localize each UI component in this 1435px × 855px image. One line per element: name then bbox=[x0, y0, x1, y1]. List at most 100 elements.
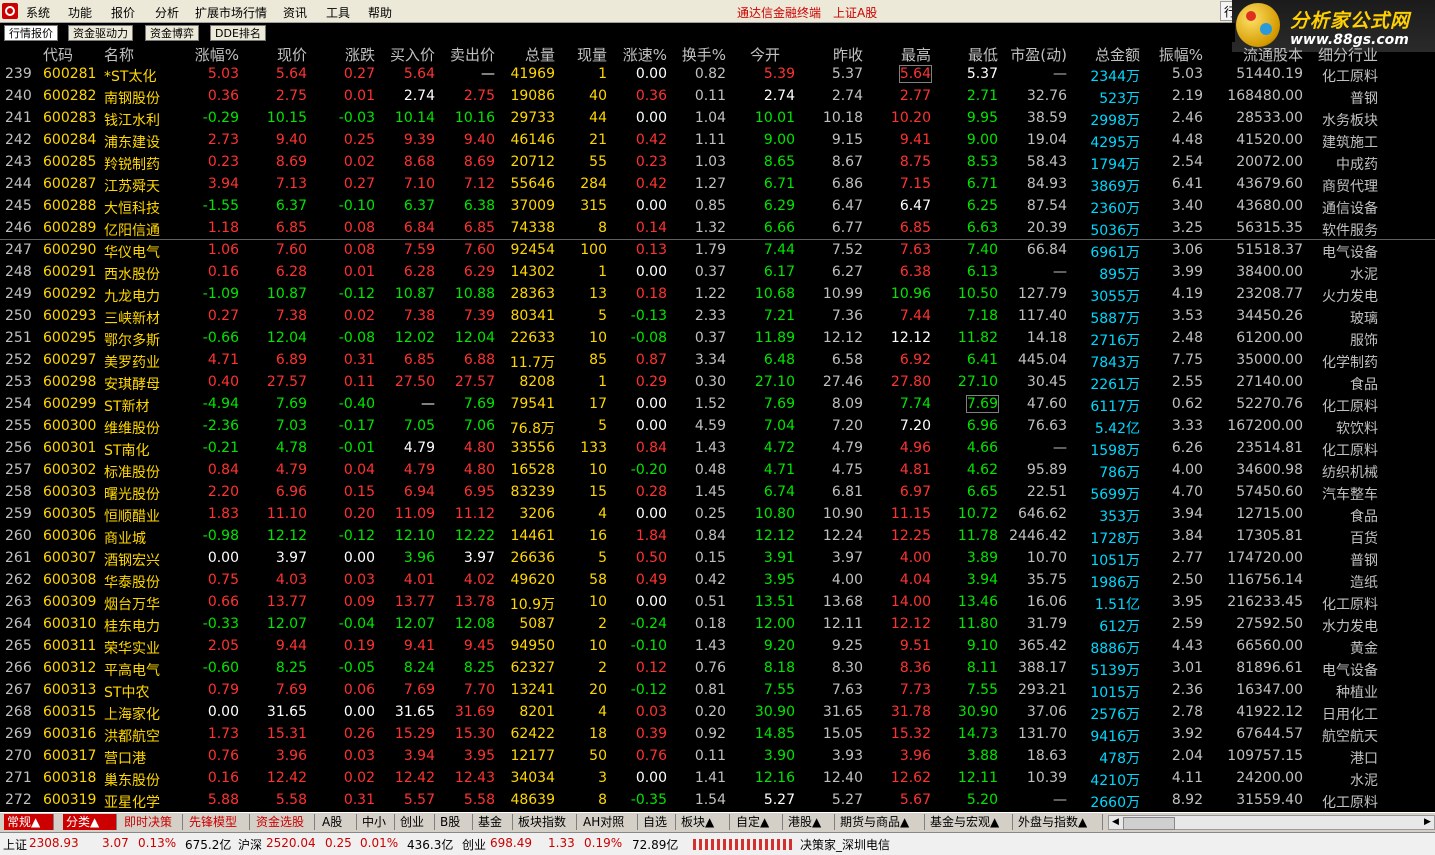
table-row[interactable]: 249 600292 九龙电力 -1.09 10.87 -0.12 10.87 10.88 28… bbox=[0, 284, 1435, 306]
stock-name[interactable]: 华仪电气 bbox=[104, 242, 160, 262]
menu-help[interactable]: 帮助 bbox=[368, 4, 392, 21]
table-row[interactable]: 258 600303 曙光股份 2.20 6.96 0.15 6.94 6.95 83239 15… bbox=[0, 482, 1435, 504]
btab-sector[interactable]: 板块▲ bbox=[678, 814, 730, 830]
menu-system[interactable]: 系统 bbox=[26, 4, 50, 21]
table-row[interactable]: 272 600319 亚星化学 5.88 5.58 0.31 5.57 5.58 48639 8 -… bbox=[0, 790, 1435, 812]
stock-name[interactable]: 安琪酵母 bbox=[104, 374, 160, 394]
stock-name[interactable]: 美罗药业 bbox=[104, 352, 160, 372]
stock-name[interactable]: ST新材 bbox=[104, 396, 149, 416]
tab-fund-game[interactable]: 资金博弈 bbox=[145, 25, 199, 41]
pe-header[interactable]: 市盈(动) bbox=[1010, 44, 1067, 65]
speed-header[interactable]: 涨速% bbox=[623, 44, 667, 65]
float-shares-header[interactable]: 流通股本 bbox=[1243, 44, 1303, 65]
stock-name[interactable]: 营口港 bbox=[104, 748, 146, 768]
price-header[interactable]: 现价 bbox=[277, 44, 307, 65]
menu-quote[interactable]: 报价 bbox=[111, 4, 135, 21]
table-row[interactable]: 254 600299 ST新材 -4.94 7.69 -0.40 — 7.69 79541 17 0… bbox=[0, 394, 1435, 416]
prev-close-header[interactable]: 昨收 bbox=[833, 44, 863, 65]
table-row[interactable]: 263 600309 烟台万华 0.66 13.77 0.09 13.77 13.78 10.9… bbox=[0, 592, 1435, 614]
stock-name[interactable]: 亚星化学 bbox=[104, 792, 160, 812]
high-header[interactable]: 最高 bbox=[901, 44, 931, 65]
stock-name[interactable]: 钱江水利 bbox=[104, 110, 160, 130]
btab-normal[interactable]: 常规▲ bbox=[4, 814, 54, 830]
stock-name[interactable]: 江苏舜天 bbox=[104, 176, 160, 196]
stock-name[interactable]: 恒顺醋业 bbox=[104, 506, 160, 526]
table-row[interactable]: 253 600298 安琪酵母 0.40 27.57 0.11 27.50 27.57 8208… bbox=[0, 372, 1435, 394]
amplitude-header[interactable]: 振幅% bbox=[1159, 44, 1203, 65]
name-header[interactable]: 名称 bbox=[104, 44, 134, 65]
table-row[interactable]: 242 600284 浦东建设 2.73 9.40 0.25 9.39 9.40 46146 21… bbox=[0, 130, 1435, 152]
stock-name[interactable]: 南钢股份 bbox=[104, 88, 160, 108]
stock-name[interactable]: 平高电气 bbox=[104, 660, 160, 680]
stock-name[interactable]: 华泰股份 bbox=[104, 572, 160, 592]
table-row[interactable]: 248 600291 西水股份 0.16 6.28 0.01 6.28 6.29 14302 1 0… bbox=[0, 262, 1435, 284]
scroll-thumb[interactable] bbox=[1123, 817, 1175, 830]
stock-name[interactable]: 荣华实业 bbox=[104, 638, 160, 658]
table-row[interactable]: 270 600317 营口港 0.76 3.96 0.03 3.94 3.95 12177 50 0… bbox=[0, 746, 1435, 768]
stock-name[interactable]: 鄂尔多斯 bbox=[104, 330, 160, 350]
stock-name[interactable]: 三峡新材 bbox=[104, 308, 160, 328]
table-row[interactable]: 271 600318 巢东股份 0.16 12.42 0.02 12.42 12.43 3403… bbox=[0, 768, 1435, 790]
stock-name[interactable]: 浦东建设 bbox=[104, 132, 160, 152]
table-row[interactable]: 241 600283 钱江水利 -0.29 10.15 -0.03 10.14 10.16 29… bbox=[0, 108, 1435, 130]
stock-name[interactable]: 桂东电力 bbox=[104, 616, 160, 636]
btab-sme[interactable]: 中小 bbox=[359, 814, 395, 830]
btab-sector-index[interactable]: 板块指数 bbox=[515, 814, 577, 830]
table-row[interactable]: 252 600297 美罗药业 4.71 6.89 0.31 6.85 6.88 11.7万 85… bbox=[0, 350, 1435, 372]
table-row[interactable]: 264 600310 桂东电力 -0.33 12.07 -0.04 12.07 12.08 50… bbox=[0, 614, 1435, 636]
stock-name[interactable]: *ST太化 bbox=[104, 66, 156, 86]
menu-analysis[interactable]: 分析 bbox=[155, 4, 179, 21]
menu-tools[interactable]: 工具 bbox=[326, 4, 350, 21]
tab-quote[interactable]: 行情报价 bbox=[4, 25, 58, 41]
btab-ah-compare[interactable]: AH对照 bbox=[580, 814, 638, 830]
menu-function[interactable]: 功能 bbox=[68, 4, 92, 21]
code-header[interactable]: 代码 bbox=[43, 44, 73, 65]
server-name[interactable]: 决策家_深圳电信 bbox=[800, 836, 890, 853]
tab-fund-drive[interactable]: 资金驱动力 bbox=[68, 25, 133, 41]
stock-name[interactable]: 烟台万华 bbox=[104, 594, 160, 614]
turnover-header[interactable]: 换手% bbox=[682, 44, 726, 65]
stock-name[interactable]: 曙光股份 bbox=[104, 484, 160, 504]
btab-custom[interactable]: 自定▲ bbox=[733, 814, 783, 830]
menu-extended-market[interactable]: 扩展市场行情 bbox=[195, 4, 267, 21]
stock-name[interactable]: 维维股份 bbox=[104, 418, 160, 438]
table-row[interactable]: 255 600300 维维股份 -2.36 7.03 -0.17 7.05 7.06 76.8万… bbox=[0, 416, 1435, 438]
table-row[interactable]: 262 600308 华泰股份 0.75 4.03 0.03 4.01 4.02 49620 58… bbox=[0, 570, 1435, 592]
table-row[interactable]: 240 600282 南钢股份 0.36 2.75 0.01 2.74 2.75 19086 40… bbox=[0, 86, 1435, 108]
btab-fund[interactable]: 基金 bbox=[475, 814, 513, 830]
table-row[interactable]: 256 600301 ST南化 -0.21 4.78 -0.01 4.79 4.80 33556… bbox=[0, 438, 1435, 460]
stock-name[interactable]: ST中农 bbox=[104, 682, 149, 702]
stock-name[interactable]: 商业城 bbox=[104, 528, 146, 548]
stock-name[interactable]: ST南化 bbox=[104, 440, 149, 460]
tab-dde-rank[interactable]: DDE排名 bbox=[210, 25, 266, 41]
amount-header[interactable]: 总金额 bbox=[1095, 44, 1140, 65]
table-row[interactable]: 267 600313 ST中农 0.79 7.69 0.06 7.69 7.70 13241 20… bbox=[0, 680, 1435, 702]
scroll-left-icon[interactable]: ◀ bbox=[1109, 816, 1122, 829]
low-header[interactable]: 最低 bbox=[968, 44, 998, 65]
stock-name[interactable]: 大恒科技 bbox=[104, 198, 160, 218]
stock-name[interactable]: 巢东股份 bbox=[104, 770, 160, 790]
table-row[interactable]: 251 600295 鄂尔多斯 -0.66 12.04 -0.08 12.02 12.04 22… bbox=[0, 328, 1435, 350]
table-row[interactable]: 245 600288 大恒科技 -1.55 6.37 -0.10 6.37 6.38 37009… bbox=[0, 196, 1435, 218]
pct-header[interactable]: 涨幅% bbox=[195, 44, 239, 65]
btab-fund-select[interactable]: 资金选股 bbox=[253, 814, 315, 830]
bid-header[interactable]: 买入价 bbox=[390, 44, 435, 65]
btab-fund-macro[interactable]: 基金与宏观▲ bbox=[927, 814, 1013, 830]
stock-name[interactable]: 洪都航空 bbox=[104, 726, 160, 746]
stock-name[interactable]: 西水股份 bbox=[104, 264, 160, 284]
table-row[interactable]: 244 600287 江苏舜天 3.94 7.13 0.27 7.10 7.12 55646 28… bbox=[0, 174, 1435, 196]
table-row[interactable]: 243 600285 羚锐制药 0.23 8.69 0.02 8.68 8.69 20712 55… bbox=[0, 152, 1435, 174]
industry-header[interactable]: 细分行业 bbox=[1318, 44, 1378, 65]
table-row[interactable]: 257 600302 标准股份 0.84 4.79 0.04 4.79 4.80 16528 10… bbox=[0, 460, 1435, 482]
table-row[interactable]: 247 600290 华仪电气 1.06 7.60 0.08 7.59 7.60 92454 10… bbox=[0, 240, 1435, 262]
table-row[interactable]: 269 600316 洪都航空 1.73 15.31 0.26 15.29 15.30 6242… bbox=[0, 724, 1435, 746]
change-header[interactable]: 涨跌 bbox=[345, 44, 375, 65]
btab-a-share[interactable]: A股 bbox=[319, 814, 357, 830]
btab-category[interactable]: 分类▲ bbox=[63, 814, 117, 830]
btab-pioneer-model[interactable]: 先锋模型 bbox=[186, 814, 250, 830]
stock-name[interactable]: 标准股份 bbox=[104, 462, 160, 482]
stock-name[interactable]: 九龙电力 bbox=[104, 286, 160, 306]
table-row[interactable]: 246 600289 亿阳信通 1.18 6.85 0.08 6.84 6.85 74338 8 0… bbox=[0, 218, 1435, 240]
table-row[interactable]: 250 600293 三峡新材 0.27 7.38 0.02 7.38 7.39 80341 5 -… bbox=[0, 306, 1435, 328]
table-row[interactable]: 259 600305 恒顺醋业 1.83 11.10 0.20 11.09 11.12 3206… bbox=[0, 504, 1435, 526]
